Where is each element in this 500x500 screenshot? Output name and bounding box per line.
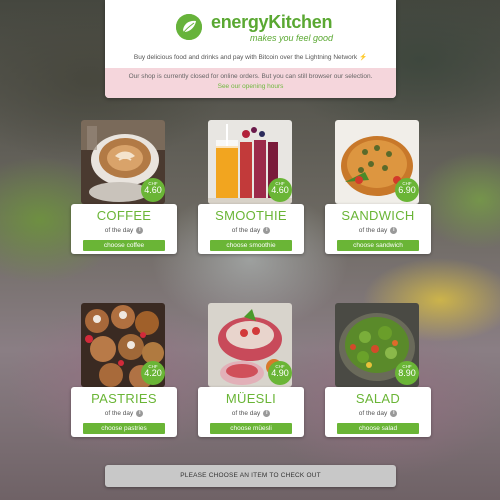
product-panel: SMOOTHIE of the day i choose smoothie: [198, 204, 304, 254]
price-value: 4.90: [271, 368, 289, 378]
choose-sandwich-button[interactable]: choose sandwich: [337, 240, 419, 251]
product-name: MÜESLI: [225, 391, 277, 406]
choose-muesli-button[interactable]: choose müesli: [210, 423, 292, 434]
of-the-day-text: of the day: [231, 227, 261, 235]
price-badge: CHF 4.60: [141, 178, 165, 202]
info-icon[interactable]: i: [263, 227, 271, 234]
price-value: 4.60: [144, 185, 162, 195]
product-card-salad: CHF 8.90 SALAD of the day i choose salad: [325, 303, 431, 437]
info-icon[interactable]: i: [390, 410, 398, 417]
of-the-day-text: of the day: [358, 227, 388, 235]
price-value: 4.20: [144, 368, 162, 378]
product-card-sandwich: CHF 6.90 SANDWICH of the day i choose san…: [325, 120, 431, 254]
info-icon[interactable]: i: [390, 227, 398, 234]
product-name: COFFEE: [96, 208, 152, 223]
subtitle-text: Buy delicious food and drinks and pay wi…: [133, 54, 358, 61]
of-the-day-label: of the day i: [71, 227, 177, 234]
product-name: PASTRIES: [91, 391, 157, 406]
logo: energyKitchen makes you feel good: [105, 10, 396, 44]
closed-notice: Our shop is currently closed for online …: [105, 68, 396, 98]
of-the-day-label: of the day i: [198, 410, 304, 417]
product-name: SANDWICH: [341, 208, 415, 223]
leaf-logo-icon: [176, 14, 202, 40]
product-card-smoothie: CHF 4.60 SMOOTHIE of the day i choose smo…: [198, 120, 304, 254]
product-panel: MÜESLI of the day i choose müesli: [198, 387, 304, 437]
of-the-day-text: of the day: [104, 227, 134, 235]
product-name: SALAD: [355, 391, 401, 406]
price-value: 4.60: [271, 185, 289, 195]
price-badge: CHF 8.90: [395, 361, 419, 385]
choose-pastries-button[interactable]: choose pastries: [83, 423, 165, 434]
price-value: 8.90: [398, 368, 416, 378]
of-the-day-text: of the day: [231, 410, 261, 418]
info-icon[interactable]: i: [263, 410, 271, 417]
lightning-icon: ⚡: [359, 54, 368, 61]
choose-salad-button[interactable]: choose salad: [337, 423, 419, 434]
price-badge: CHF 4.90: [268, 361, 292, 385]
of-the-day-text: of the day: [104, 410, 134, 418]
product-card-muesli: CHF 4.90 MÜESLI of the day i choose müesl…: [198, 303, 304, 437]
price-badge: CHF 4.20: [141, 361, 165, 385]
choose-smoothie-button[interactable]: choose smoothie: [210, 240, 292, 251]
of-the-day-label: of the day i: [71, 410, 177, 417]
price-value: 6.90: [398, 185, 416, 195]
shop-header: energyKitchen makes you feel good Buy de…: [105, 0, 396, 98]
product-panel: SANDWICH of the day i choose sandwich: [325, 204, 431, 254]
of-the-day-label: of the day i: [325, 227, 431, 234]
product-card-pastries: CHF 4.20 PASTRIES of the day i choose pas…: [71, 303, 177, 437]
info-icon[interactable]: i: [136, 227, 144, 234]
shop-subtitle: Buy delicious food and drinks and pay wi…: [105, 53, 396, 61]
product-panel: COFFEE of the day i choose coffee: [71, 204, 177, 254]
price-badge: CHF 4.60: [268, 178, 292, 202]
of-the-day-label: of the day i: [198, 227, 304, 234]
of-the-day-text: of the day: [358, 410, 388, 418]
choose-coffee-button[interactable]: choose coffee: [83, 240, 165, 251]
opening-hours-link[interactable]: See our opening hours: [105, 83, 396, 90]
product-card-coffee: CHF 4.60 COFFEE of the day i choose coffe…: [71, 120, 177, 254]
of-the-day-label: of the day i: [325, 410, 431, 417]
price-badge: CHF 6.90: [395, 178, 419, 202]
product-name: SMOOTHIE: [215, 208, 287, 223]
brand-tagline: makes you feel good: [250, 33, 334, 43]
product-panel: PASTRIES of the day i choose pastries: [71, 387, 177, 437]
checkout-button[interactable]: PLEASE CHOOSE AN ITEM TO CHECK OUT: [105, 465, 396, 487]
brand-name: energyKitchen: [211, 12, 333, 32]
closed-notice-text: Our shop is currently closed for online …: [128, 73, 373, 80]
product-panel: SALAD of the day i choose salad: [325, 387, 431, 437]
info-icon[interactable]: i: [136, 410, 144, 417]
